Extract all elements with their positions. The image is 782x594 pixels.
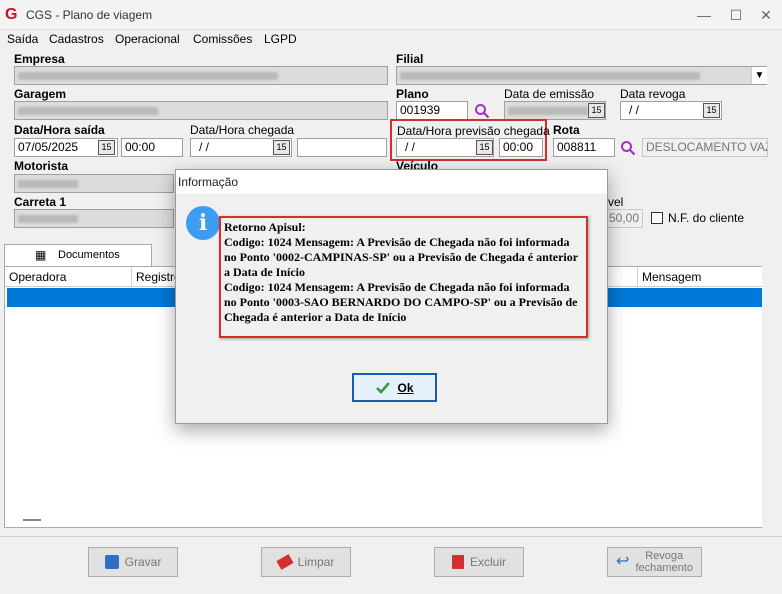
maximize-button[interactable]: ☐ xyxy=(722,4,750,26)
nf-cliente-label: N.F. do cliente xyxy=(668,211,745,225)
search-icon[interactable] xyxy=(474,103,490,119)
limpar-button[interactable]: Limpar xyxy=(261,547,351,577)
filial-label: Filial xyxy=(396,52,424,66)
calendar-icon[interactable]: 15 xyxy=(273,140,290,155)
limpar-label: Limpar xyxy=(297,555,335,569)
excluir-label: Excluir xyxy=(469,555,506,569)
menu-saida[interactable]: Saída xyxy=(7,30,38,48)
data-revoga-label: Data revoga xyxy=(620,87,686,101)
hora-chegada-input[interactable] xyxy=(297,138,387,157)
menu-operacional[interactable]: Operacional xyxy=(115,30,180,48)
vel-label: vel xyxy=(608,195,624,209)
garagem-label: Garagem xyxy=(14,87,67,101)
calendar-icon[interactable]: 15 xyxy=(476,140,493,155)
calendar-icon[interactable]: 15 xyxy=(588,103,605,118)
action-bar: Gravar Limpar Excluir ↩ Revoga fechament… xyxy=(0,536,782,594)
info-dialog: Informação i Retorno Apisul: Codigo: 102… xyxy=(175,169,608,424)
documents-icon: ▦ xyxy=(35,248,47,262)
revoga-label: Revoga fechamento xyxy=(635,550,693,574)
garagem-field[interactable] xyxy=(14,101,388,120)
nf-cliente-checkbox[interactable] xyxy=(651,212,663,224)
window-title: CGS - Plano de viagem xyxy=(26,8,153,22)
vel-field: 50,00 xyxy=(603,209,643,228)
motorista-field[interactable] xyxy=(14,174,174,193)
cgs-logo-icon: G xyxy=(5,6,18,23)
data-emissao-label: Data de emissão xyxy=(504,87,595,101)
gravar-label: Gravar xyxy=(124,555,162,569)
plano-label: Plano xyxy=(396,87,429,101)
rota-input[interactable]: 008811 xyxy=(553,138,615,157)
dialog-title: Informação xyxy=(176,170,607,194)
excluir-button[interactable]: Excluir xyxy=(434,547,524,577)
menu-lgpd[interactable]: LGPD xyxy=(264,30,297,48)
menu-comissoes[interactable]: Comissões xyxy=(193,30,252,48)
column-header-mensagem[interactable]: Mensagem xyxy=(638,267,764,287)
minimize-button[interactable]: — xyxy=(690,4,718,26)
empresa-label: Empresa xyxy=(14,52,65,66)
chevron-down-icon[interactable]: ▼ xyxy=(751,67,767,84)
data-chegada-label: Data/Hora chegada xyxy=(190,123,295,137)
filial-select[interactable] xyxy=(396,66,767,85)
tab-documentos[interactable]: ▦ Documentos xyxy=(4,244,152,266)
menu-bar: Saída Cadastros Operacional Comissões LG… xyxy=(0,30,782,48)
revoga-fechamento-button[interactable]: ↩ Revoga fechamento xyxy=(607,547,702,577)
ok-button[interactable]: Ok xyxy=(352,373,437,402)
save-icon xyxy=(104,555,119,569)
data-saida-label: Data/Hora saída xyxy=(14,123,105,137)
gravar-button[interactable]: Gravar xyxy=(88,547,178,577)
tab-documentos-label: Documentos xyxy=(58,249,120,261)
motorista-label: Motorista xyxy=(14,159,68,173)
plano-input[interactable]: 001939 xyxy=(396,101,468,120)
eraser-icon xyxy=(276,554,294,570)
trash-icon xyxy=(451,555,464,569)
carreta-field[interactable] xyxy=(14,209,174,228)
empresa-field[interactable] xyxy=(14,66,388,85)
title-bar: G CGS - Plano de viagem — ☐ ✕ xyxy=(0,0,782,30)
previsao-label: Data/Hora previsão chegada xyxy=(397,124,550,138)
hora-saida-input[interactable]: 00:00 xyxy=(121,138,183,157)
carreta-label: Carreta 1 xyxy=(14,195,67,209)
rota-description: DESLOCAMENTO VAZIO xyxy=(642,138,768,157)
checkmark-icon xyxy=(376,381,391,394)
dialog-message: Retorno Apisul: Codigo: 1024 Mensagem: A… xyxy=(219,216,588,338)
vertical-scrollbar[interactable] xyxy=(762,266,770,528)
column-header-operadora[interactable]: Operadora xyxy=(5,267,132,287)
scroll-handle[interactable] xyxy=(23,519,41,521)
undo-icon: ↩ xyxy=(616,553,630,570)
calendar-icon[interactable]: 15 xyxy=(703,103,720,118)
info-icon: i xyxy=(186,206,220,240)
search-icon[interactable] xyxy=(620,140,636,156)
calendar-icon[interactable]: 15 xyxy=(98,140,115,155)
previsao-hora-input[interactable]: 00:00 xyxy=(499,138,543,157)
ok-label: Ok xyxy=(397,380,414,395)
rota-label: Rota xyxy=(553,123,580,137)
close-button[interactable]: ✕ xyxy=(752,4,780,26)
menu-cadastros[interactable]: Cadastros xyxy=(49,30,104,48)
